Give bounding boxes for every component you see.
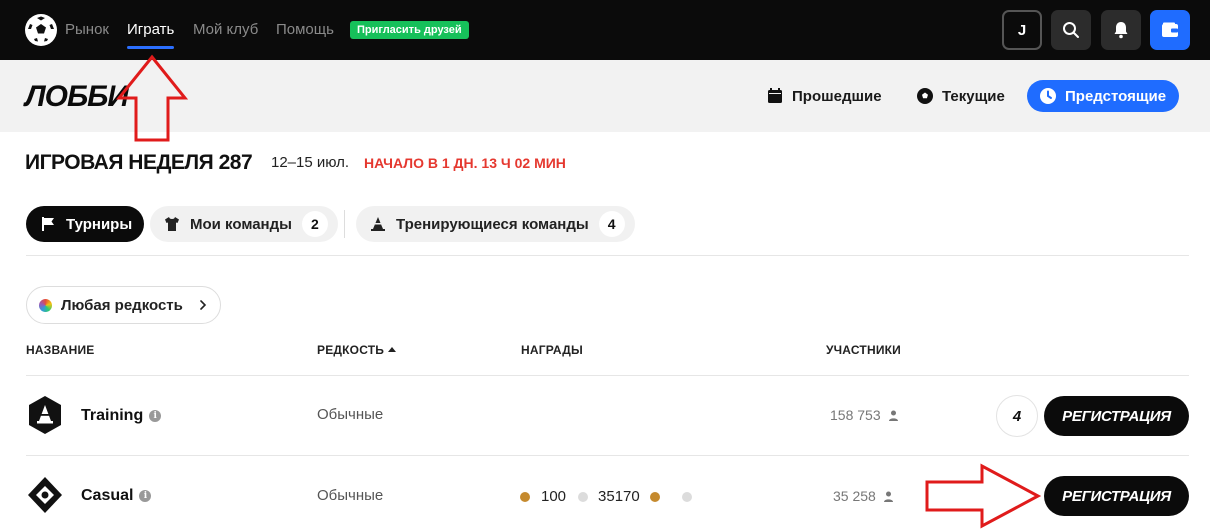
col-header-rarity-label: РЕДКОСТЬ <box>317 343 385 357</box>
annotation-up-arrow-icon <box>116 54 188 142</box>
user-avatar-button[interactable]: J <box>1002 10 1042 50</box>
divider <box>26 255 1189 256</box>
training-count: 4 <box>598 211 625 237</box>
info-icon[interactable]: i <box>139 490 152 502</box>
col-header-participants[interactable]: УЧАСТНИКИ <box>826 343 901 357</box>
silver-coin-icon <box>681 491 692 502</box>
avatar-initial: J <box>1017 21 1027 39</box>
divider <box>26 375 1189 376</box>
casual-competition-icon <box>28 477 62 513</box>
rewards-cell: 100 35170 <box>520 488 692 505</box>
bronze-coin-icon <box>649 491 660 502</box>
register-button-casual[interactable]: РЕГИСТРАЦИЯ <box>1044 476 1189 516</box>
training-cone-icon <box>371 217 385 231</box>
bell-icon <box>1114 22 1128 39</box>
filter-training-label: Тренирующиеся команды <box>396 215 589 233</box>
rarity-cell: Обычные <box>317 487 384 504</box>
gameweek-countdown: НАЧАЛО В 1 ДН. 13 Ч 02 МИН <box>364 155 566 171</box>
person-icon <box>883 491 893 502</box>
soccer-ball-icon <box>917 88 933 104</box>
invite-friends-button[interactable]: Пригласить друзей <box>350 21 469 39</box>
tab-upcoming[interactable]: Предстоящие <box>1027 80 1179 112</box>
participants-cell: 35 258 <box>833 488 894 504</box>
col-header-rewards[interactable]: НАГРАДЫ <box>521 343 583 357</box>
silver-coin-icon <box>578 491 589 502</box>
search-icon <box>1063 22 1079 38</box>
filter-training-teams[interactable]: Тренирующиеся команды 4 <box>356 206 635 242</box>
tab-past[interactable]: Прошедшие <box>766 80 882 112</box>
wallet-button[interactable] <box>1150 10 1190 50</box>
search-button[interactable] <box>1051 10 1091 50</box>
gameweek-title: ИГРОВАЯ НЕДЕЛЯ 287 <box>25 151 253 174</box>
tab-past-label: Прошедшие <box>792 87 882 105</box>
calendar-icon <box>768 88 782 103</box>
col-header-rarity[interactable]: РЕДКОСТЬ <box>317 343 397 357</box>
competition-name-casual[interactable]: Casual i <box>81 487 152 505</box>
wallet-icon <box>1162 22 1178 37</box>
divider <box>26 455 1189 456</box>
active-nav-underline <box>127 46 174 49</box>
top-nav: Рынок Играть Мой клуб Помощь Пригласить … <box>0 0 1210 60</box>
entered-teams-count[interactable]: 4 <box>996 395 1038 437</box>
reward-value: 100 <box>541 488 567 505</box>
competition-name-training[interactable]: Training i <box>81 407 162 425</box>
register-button-training[interactable]: РЕГИСТРАЦИЯ <box>1044 396 1189 436</box>
nav-market-link[interactable]: Рынок <box>65 21 109 38</box>
my-teams-count: 2 <box>301 211 328 237</box>
filter-divider <box>344 210 345 238</box>
tab-current-label: Текущие <box>942 87 1005 105</box>
filter-tournaments[interactable]: Турниры <box>26 206 145 242</box>
participants-cell: 158 753 <box>830 407 899 423</box>
bronze-coin-icon <box>520 491 530 502</box>
soccer-ball-logo-icon[interactable] <box>25 14 57 46</box>
rarity-filter-dropdown[interactable]: Любая редкость <box>26 286 221 324</box>
person-icon <box>888 410 898 421</box>
flag-icon <box>42 217 54 231</box>
nav-play-link[interactable]: Играть <box>127 21 174 38</box>
col-header-name[interactable]: НАЗВАНИЕ <box>26 343 94 357</box>
annotation-right-arrow-icon <box>925 463 1042 529</box>
filter-tournaments-label: Турниры <box>66 215 133 233</box>
notifications-button[interactable] <box>1101 10 1141 50</box>
jersey-icon <box>165 217 179 231</box>
filter-my-teams-label: Мои команды <box>190 215 292 233</box>
rarity-cell: Обычные <box>317 406 384 423</box>
rarity-filter-label: Любая редкость <box>61 296 183 314</box>
tab-current[interactable]: Текущие <box>916 80 1005 112</box>
competition-name-label: Casual <box>81 487 134 504</box>
participants-count: 35 258 <box>833 488 876 504</box>
info-icon[interactable]: i <box>149 410 162 422</box>
sort-ascending-icon <box>388 347 397 352</box>
competition-name-label: Training <box>81 407 144 424</box>
training-competition-icon <box>29 396 61 434</box>
reward-value: 35170 <box>598 488 640 505</box>
page-title: ЛОББИ <box>25 80 129 113</box>
rainbow-rarity-icon <box>39 298 52 312</box>
participants-count: 158 753 <box>830 407 881 423</box>
clock-icon <box>1040 88 1056 104</box>
gameweek-dates: 12–15 июл. <box>271 154 350 171</box>
filter-my-teams[interactable]: Мои команды 2 <box>150 206 338 242</box>
tab-upcoming-label: Предстоящие <box>1065 87 1167 105</box>
nav-my-club-link[interactable]: Мой клуб <box>193 21 258 38</box>
chevron-right-icon <box>200 300 207 310</box>
nav-help-link[interactable]: Помощь <box>276 21 334 38</box>
